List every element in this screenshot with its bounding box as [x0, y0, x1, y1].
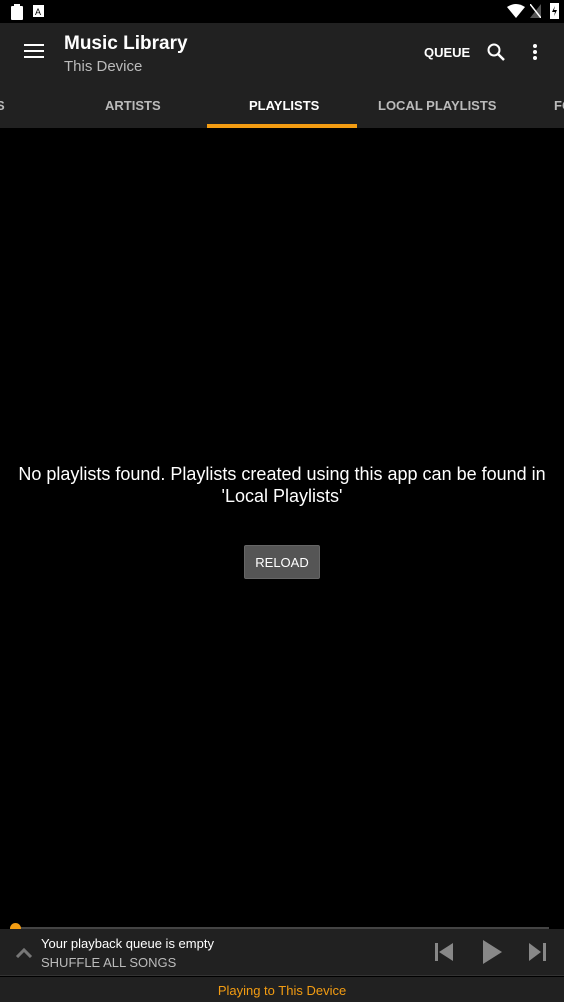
shuffle-all-button[interactable]: SHUFFLE ALL SONGS [41, 955, 176, 970]
no-signal-icon [530, 4, 541, 18]
queue-status: Your playback queue is empty [41, 936, 214, 951]
tab-playlists[interactable]: PLAYLISTS [249, 98, 319, 113]
search-icon[interactable] [487, 43, 505, 61]
app-bar: Music Library This Device QUEUE S ARTIST… [0, 23, 564, 128]
clipboard-icon [11, 4, 23, 20]
skip-next-icon[interactable] [529, 943, 546, 961]
tab-local-playlists[interactable]: LOCAL PLAYLISTS [378, 98, 496, 113]
reload-button[interactable]: RELOAD [244, 545, 320, 579]
play-icon[interactable] [483, 940, 502, 964]
expand-up-icon[interactable] [15, 947, 33, 958]
page-title: Music Library [64, 33, 188, 54]
empty-message: No playlists found. Playlists created us… [18, 464, 546, 506]
skip-previous-icon[interactable] [435, 943, 454, 961]
status-bar: A [0, 0, 564, 23]
more-options-icon[interactable] [532, 43, 538, 61]
tab-songs[interactable]: S [0, 98, 5, 113]
queue-button[interactable]: QUEUE [424, 45, 470, 60]
tab-bar: S ARTISTS PLAYLISTS LOCAL PLAYLISTS FO [0, 88, 564, 128]
active-tab-indicator [207, 124, 357, 128]
mini-player: Your playback queue is empty SHUFFLE ALL… [0, 929, 564, 976]
tab-folders[interactable]: FO [554, 98, 564, 113]
battery-charging-icon [550, 3, 559, 19]
tab-artists[interactable]: ARTISTS [105, 98, 161, 113]
keyboard-a-icon: A [33, 5, 44, 17]
wifi-icon [507, 4, 525, 18]
svg-text:A: A [35, 7, 41, 17]
playback-target[interactable]: Playing to This Device [0, 977, 564, 1002]
menu-icon[interactable] [24, 44, 44, 60]
page-subtitle: This Device [64, 58, 143, 75]
